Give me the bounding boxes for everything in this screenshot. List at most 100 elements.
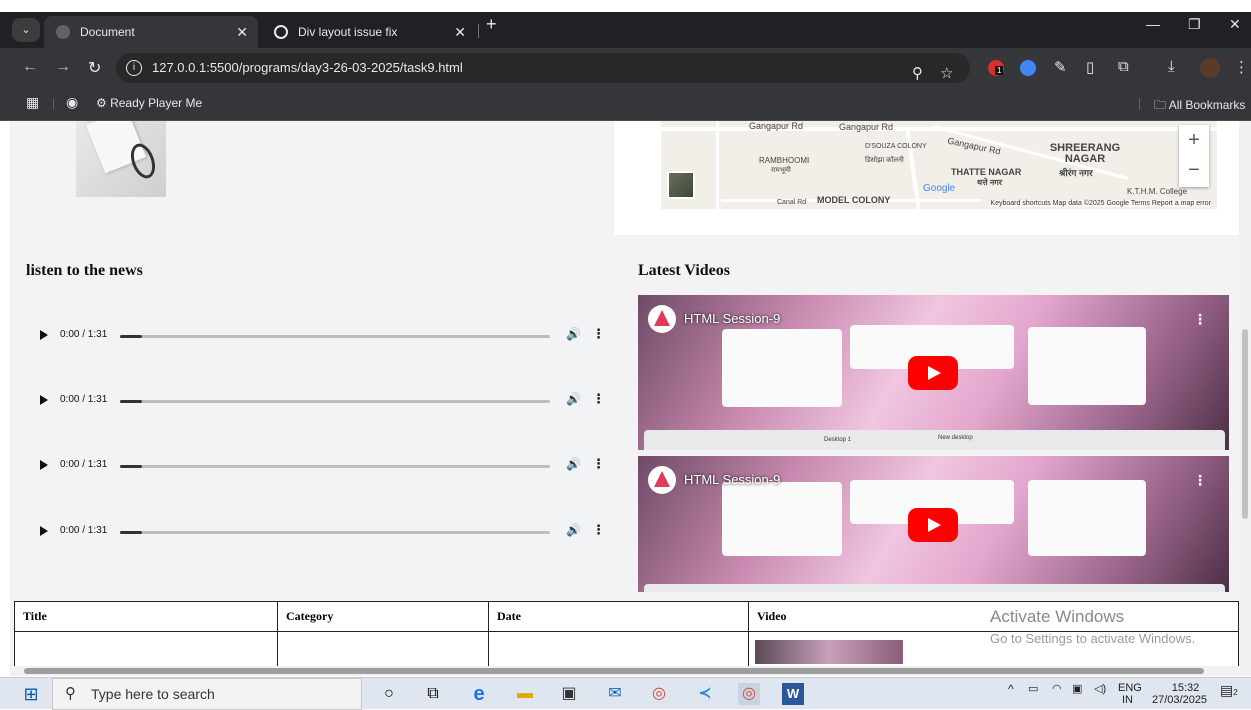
- reload-icon[interactable]: ↻: [88, 58, 101, 78]
- new-tab-button[interactable]: +: [486, 14, 497, 35]
- audio-player[interactable]: 0:00 / 1:31 🔊 ⋮: [26, 512, 610, 552]
- mail-icon[interactable]: ✉: [604, 683, 626, 705]
- more-options-icon[interactable]: ⋮: [592, 326, 605, 342]
- globe-bookmark-icon[interactable]: ◉: [66, 94, 78, 111]
- forward-icon[interactable]: →: [55, 58, 71, 76]
- address-bar[interactable]: i 127.0.0.1:5500/programs/day3-26-03-202…: [116, 53, 970, 83]
- battery-icon[interactable]: ▣: [1072, 682, 1082, 695]
- menu-icon[interactable]: ⋮: [1234, 58, 1249, 76]
- taskbar-search-box[interactable]: ⚲ Type here to search: [52, 678, 362, 710]
- cortana-icon[interactable]: ○: [378, 683, 400, 705]
- site-info-icon[interactable]: i: [126, 60, 142, 76]
- satellite-toggle[interactable]: [667, 171, 695, 199]
- profile-avatar[interactable]: [1200, 58, 1220, 78]
- tray-chevron-icon[interactable]: ^: [1008, 682, 1014, 696]
- extension-blue-icon[interactable]: [1020, 60, 1036, 76]
- embedded-map[interactable]: Gangapur Rd Gangapur Rd Gangapur Rd D'SO…: [661, 121, 1217, 209]
- video-embed[interactable]: HTML Session-9 ⋮: [638, 456, 1229, 592]
- vscode-icon[interactable]: ≺: [694, 683, 716, 705]
- restore-icon[interactable]: ❐: [1188, 16, 1201, 33]
- bookmark-divider: |: [52, 96, 56, 110]
- vertical-scrollbar[interactable]: [1239, 121, 1251, 676]
- video-more-icon[interactable]: ⋮: [1193, 472, 1207, 489]
- chrome-active-icon[interactable]: ◎: [738, 683, 760, 705]
- store-icon[interactable]: ▣: [558, 683, 580, 705]
- map-label: K.T.H.M. College: [1127, 187, 1188, 196]
- map-label: D'SOUZA COLONY: [865, 143, 927, 150]
- minimize-icon[interactable]: —: [1146, 16, 1160, 32]
- puzzle-icon[interactable]: ⧉: [1118, 58, 1129, 75]
- horizontal-scroll-thumb[interactable]: [24, 668, 1204, 674]
- map-label: MODEL COLONY: [817, 195, 891, 205]
- play-icon[interactable]: [40, 460, 48, 470]
- zoom-icon[interactable]: ⚲: [912, 59, 923, 89]
- zoom-out-button[interactable]: −: [1179, 155, 1209, 185]
- volume-icon[interactable]: 🔊: [566, 457, 581, 471]
- video-more-icon[interactable]: ⋮: [1193, 311, 1207, 328]
- tab-div-layout[interactable]: Div layout issue fix ✕: [262, 16, 476, 48]
- all-bookmarks-button[interactable]: 🗀 All Bookmarks: [1154, 96, 1245, 117]
- bookmark-icon[interactable]: ▯: [1086, 58, 1094, 76]
- star-icon[interactable]: ☆: [940, 59, 953, 89]
- speaker-icon[interactable]: ◁): [1094, 682, 1106, 695]
- language-indicator[interactable]: ENG IN: [1118, 682, 1142, 706]
- play-icon[interactable]: [40, 395, 48, 405]
- videos-heading: Latest Videos: [638, 262, 730, 279]
- volume-icon[interactable]: 🔊: [566, 392, 581, 406]
- file-explorer-icon[interactable]: ▬: [514, 683, 536, 705]
- back-icon[interactable]: ←: [22, 58, 38, 76]
- lang-text: ENG: [1118, 682, 1142, 694]
- audio-player[interactable]: 0:00 / 1:31 🔊 ⋮: [26, 446, 610, 486]
- volume-icon[interactable]: 🔊: [566, 327, 581, 341]
- task-view-icon[interactable]: ⧉: [422, 683, 444, 705]
- youtube-play-button[interactable]: [908, 356, 958, 390]
- windows-taskbar: ⊞ ⚲ Type here to search ○ ⧉ e ▬ ▣ ✉ ◎ ≺ …: [0, 677, 1251, 710]
- edge-icon[interactable]: e: [468, 683, 490, 705]
- tab-search-button[interactable]: ⌄: [12, 18, 40, 42]
- map-label: Gangapur Rd: [749, 121, 804, 131]
- chrome-icon[interactable]: ◎: [648, 683, 670, 705]
- tray-app-icon[interactable]: ▭: [1028, 682, 1038, 695]
- audio-seek-bar[interactable]: [120, 400, 550, 403]
- audio-seek-bar[interactable]: [120, 465, 550, 468]
- play-icon[interactable]: [40, 330, 48, 340]
- more-options-icon[interactable]: ⋮: [592, 391, 605, 407]
- audio-player[interactable]: 0:00 / 1:31 🔊 ⋮: [26, 316, 610, 356]
- browser-toolbar: ← → ↻ i 127.0.0.1:5500/programs/day3-26-…: [0, 48, 1251, 88]
- channel-logo[interactable]: [648, 305, 676, 333]
- video-embed[interactable]: HTML Session-9 ⋮ Desktop 1 New desktop: [638, 295, 1229, 450]
- close-tab-icon[interactable]: ✕: [454, 16, 466, 48]
- notifications-icon[interactable]: ▤2: [1220, 682, 1238, 699]
- apps-grid-icon[interactable]: ▦: [26, 94, 39, 111]
- video-title[interactable]: HTML Session-9: [684, 472, 780, 487]
- youtube-play-button[interactable]: [908, 508, 958, 542]
- close-window-icon[interactable]: ✕: [1229, 16, 1241, 33]
- extension-icon-badge[interactable]: 1: [988, 60, 1004, 76]
- notification-count: 2: [1233, 688, 1238, 697]
- map-label: RAMBHOOMI: [759, 156, 810, 165]
- vertical-scroll-thumb[interactable]: [1242, 329, 1248, 519]
- channel-logo[interactable]: [648, 466, 676, 494]
- pen-icon[interactable]: ✎: [1054, 58, 1067, 76]
- video-title[interactable]: HTML Session-9: [684, 311, 780, 326]
- video-thumbnail-window: [722, 329, 842, 407]
- video-thumbnail[interactable]: [755, 640, 903, 664]
- more-options-icon[interactable]: ⋮: [592, 456, 605, 472]
- horizontal-scrollbar[interactable]: [10, 666, 1239, 676]
- more-options-icon[interactable]: ⋮: [592, 522, 605, 538]
- audio-seek-bar[interactable]: [120, 335, 550, 338]
- wifi-icon[interactable]: ◠: [1052, 682, 1062, 695]
- volume-icon[interactable]: 🔊: [566, 523, 581, 537]
- zoom-in-button[interactable]: +: [1179, 125, 1209, 155]
- bookmark-ready-player-me[interactable]: ⚙ Ready Player Me: [96, 96, 202, 110]
- audio-seek-bar[interactable]: [120, 531, 550, 534]
- play-icon[interactable]: [40, 526, 48, 536]
- audio-player[interactable]: 0:00 / 1:31 🔊 ⋮: [26, 381, 610, 421]
- close-tab-icon[interactable]: ✕: [236, 16, 248, 48]
- windows-start-icon[interactable]: ⊞: [20, 683, 42, 705]
- download-icon[interactable]: ⤓: [1168, 58, 1175, 75]
- word-icon[interactable]: W: [782, 683, 804, 705]
- clock[interactable]: 15:32 27/03/2025: [1152, 682, 1207, 706]
- table-cell: [14, 631, 278, 666]
- tab-document[interactable]: Document ✕: [44, 16, 258, 48]
